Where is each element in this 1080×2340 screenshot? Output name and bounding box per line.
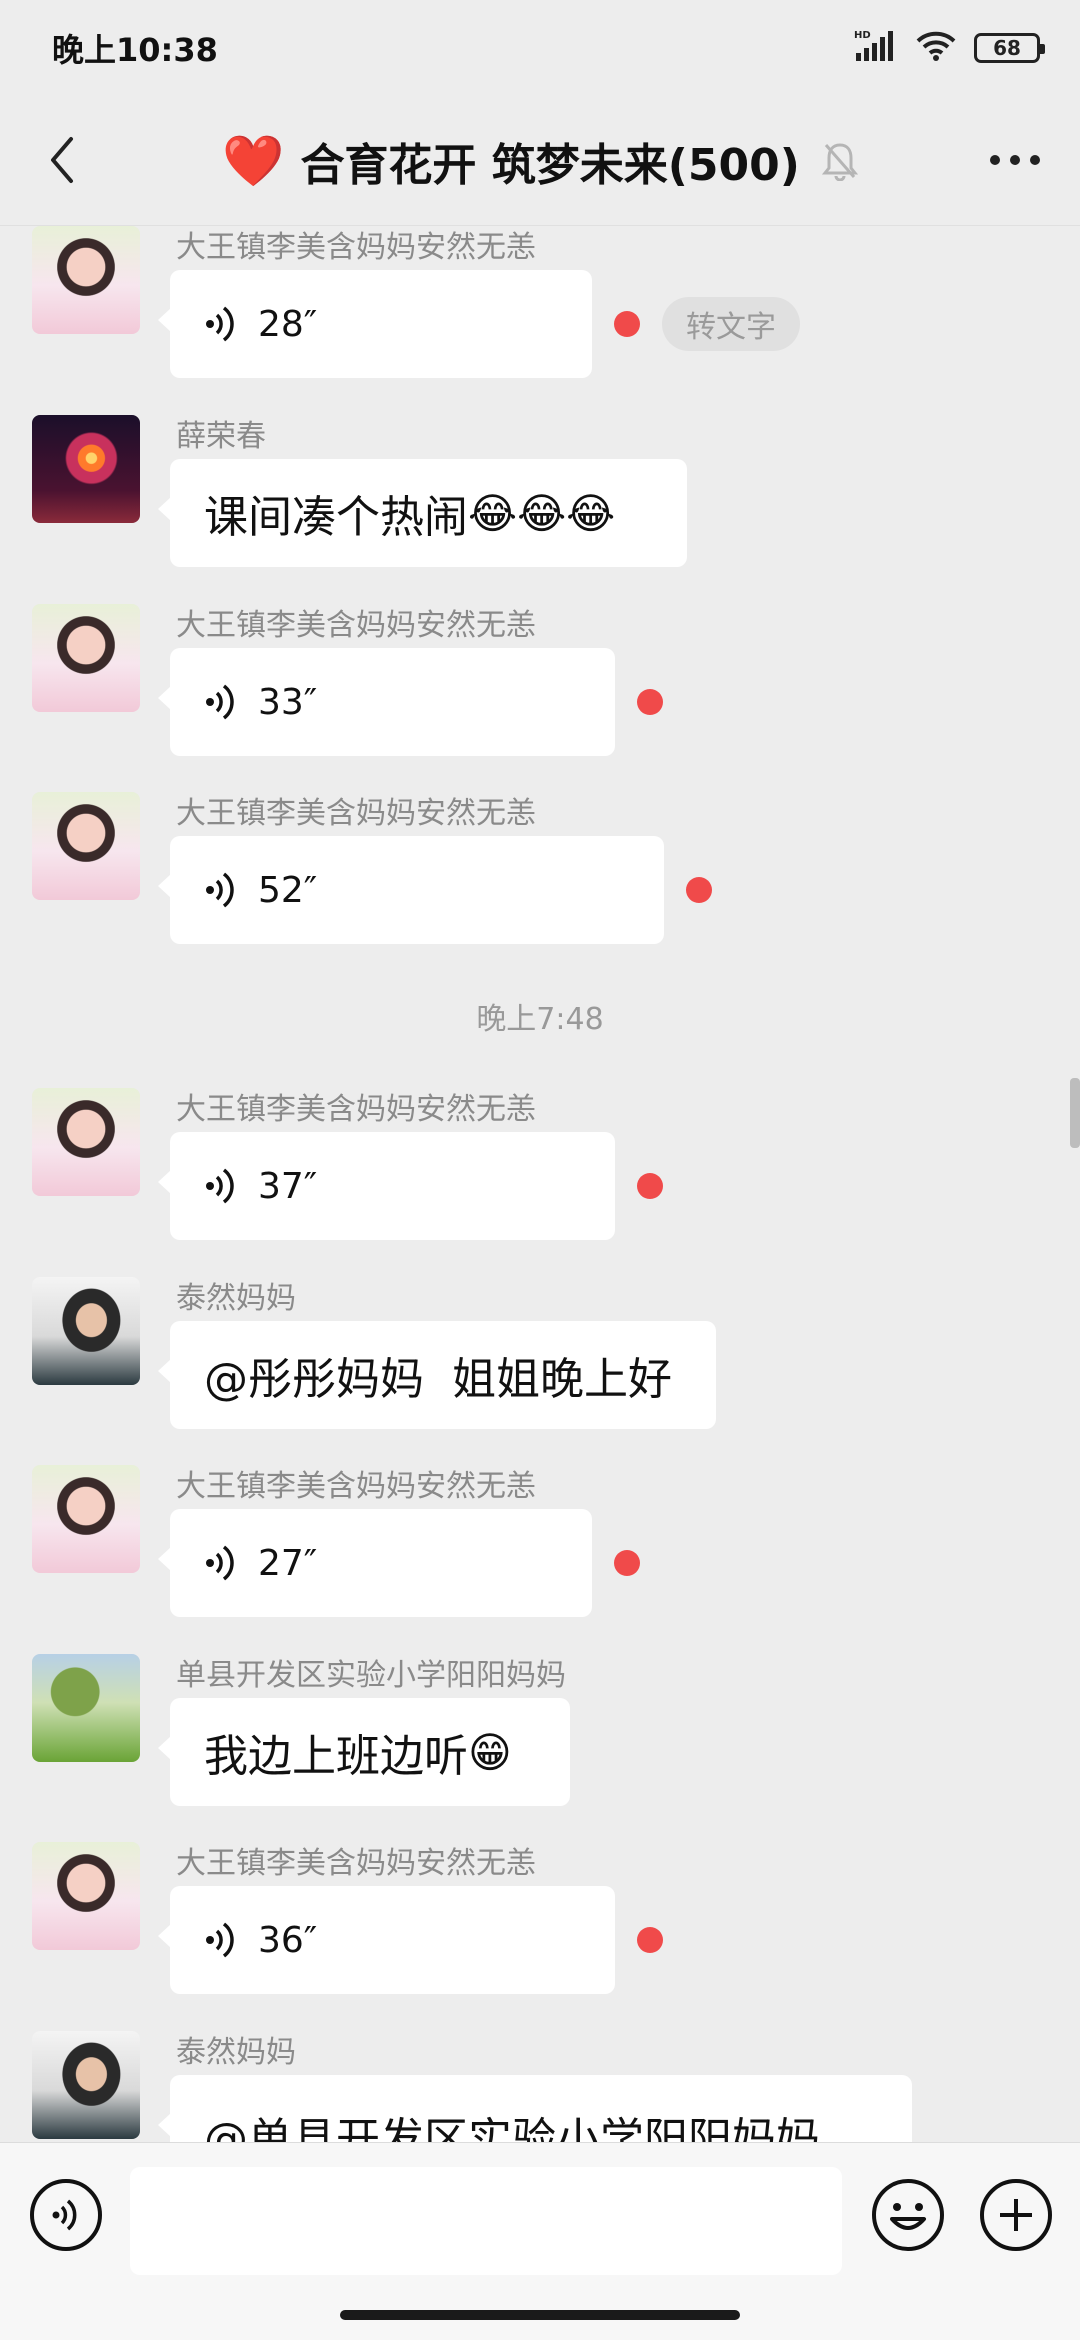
grin-emoji-icon: 😁: [468, 1727, 512, 1777]
message-text: 我边上班边听: [204, 1731, 468, 1782]
message-text: @彤彤妈妈 姐姐晚上好: [204, 1354, 672, 1405]
voice-wave-icon: [206, 1922, 234, 1958]
voice-message-bubble[interactable]: 27″: [158, 1509, 592, 1617]
laugh-emoji-icon: 😂😂😂: [468, 488, 616, 538]
transcribe-button[interactable]: 转文字: [662, 297, 800, 351]
avatar[interactable]: [32, 226, 140, 334]
chat-messages[interactable]: 大王镇李美含妈妈安然无恙 28″ 转文字 薛荣春 课间凑个热闹 😂😂😂 大王镇李…: [0, 226, 1080, 2142]
avatar[interactable]: [32, 1654, 140, 1762]
unread-dot: [637, 689, 663, 715]
avatar[interactable]: [32, 1277, 140, 1385]
voice-wave-icon: [206, 684, 234, 720]
avatar[interactable]: [32, 1465, 140, 1573]
battery-icon: 68: [974, 33, 1045, 63]
sender-name: 大王镇李美含妈妈安然无恙: [176, 1469, 536, 1504]
sender-name: 大王镇李美含妈妈安然无恙: [176, 796, 536, 831]
voice-message-bubble[interactable]: 52″: [158, 836, 664, 944]
text-message-bubble[interactable]: 我边上班边听 😁: [158, 1698, 570, 1806]
back-button[interactable]: [32, 130, 92, 190]
avatar[interactable]: [32, 1088, 140, 1196]
heart-icon: ❤️: [222, 131, 285, 190]
wifi-icon: [916, 30, 956, 66]
more-dots-icon: [990, 155, 1040, 165]
unread-dot: [637, 1927, 663, 1953]
group-name: 合育花开 筑梦未来(500): [300, 139, 800, 191]
voice-duration: 33″: [258, 681, 318, 723]
sender-name: 单县开发区实验小学阳阳妈妈: [176, 1658, 566, 1693]
unread-dot: [614, 311, 640, 337]
text-message-bubble[interactable]: @单县开发区实验小学阳阳妈妈: [158, 2075, 912, 2142]
voice-wave-icon: [206, 1545, 234, 1581]
message-text: 课间凑个热闹: [204, 492, 468, 543]
signal-icon: HD: [854, 29, 898, 67]
timestamp: 晚上7:48: [476, 1002, 604, 1037]
voice-wave-icon: [206, 306, 234, 342]
sender-name: 泰然妈妈: [176, 1281, 296, 1316]
avatar[interactable]: [32, 792, 140, 900]
scrollbar-thumb[interactable]: [1070, 1078, 1080, 1148]
text-message-bubble[interactable]: @彤彤妈妈 姐姐晚上好: [158, 1321, 716, 1429]
plus-circle-icon: [980, 2179, 1052, 2251]
avatar[interactable]: [32, 604, 140, 712]
status-icons: HD 68: [854, 29, 1045, 67]
voice-duration: 36″: [258, 1919, 318, 1961]
unread-dot: [614, 1550, 640, 1576]
status-bar: 晚上10:38 HD 68: [0, 0, 1080, 96]
voice-duration: 52″: [258, 869, 318, 911]
voice-duration: 27″: [258, 1542, 318, 1584]
sender-name: 薛荣春: [176, 419, 266, 454]
message-input[interactable]: [130, 2167, 842, 2275]
unread-dot: [686, 877, 712, 903]
voice-duration: 28″: [258, 303, 318, 345]
voice-message-bubble[interactable]: 33″: [158, 648, 615, 756]
back-arrow-icon: [51, 137, 73, 183]
voice-wave-icon: [206, 1168, 234, 1204]
chat-header: ❤️ 合育花开 筑梦未来(500): [0, 96, 1080, 226]
chat-title: ❤️ 合育花开 筑梦未来(500): [222, 129, 858, 193]
home-indicator[interactable]: [340, 2310, 740, 2320]
unread-dot: [637, 1173, 663, 1199]
voice-duration: 37″: [258, 1165, 318, 1207]
plus-button[interactable]: [978, 2177, 1054, 2253]
voice-input-button[interactable]: [28, 2177, 104, 2253]
voice-message-bubble[interactable]: 37″: [158, 1132, 615, 1240]
sender-name: 大王镇李美含妈妈安然无恙: [176, 1092, 536, 1127]
svg-text:HD: HD: [854, 30, 871, 41]
sender-name: 大王镇李美含妈妈安然无恙: [176, 608, 536, 643]
mute-bell-icon: [821, 142, 858, 181]
more-button[interactable]: [980, 130, 1050, 190]
voice-message-bubble[interactable]: 28″: [158, 270, 592, 378]
avatar[interactable]: [32, 415, 140, 523]
sender-name: 大王镇李美含妈妈安然无恙: [176, 230, 536, 265]
text-message-bubble[interactable]: 课间凑个热闹 😂😂😂: [158, 459, 687, 567]
voice-wave-icon: [30, 2179, 102, 2251]
avatar[interactable]: [32, 1842, 140, 1950]
emoji-button[interactable]: [870, 2177, 946, 2253]
sender-name: 泰然妈妈: [176, 2035, 296, 2070]
voice-wave-icon: [206, 872, 234, 908]
smiley-icon: [872, 2179, 944, 2251]
avatar[interactable]: [32, 2031, 140, 2139]
sender-name: 大王镇李美含妈妈安然无恙: [176, 1846, 536, 1881]
status-time: 晚上10:38: [52, 31, 218, 69]
voice-message-bubble[interactable]: 36″: [158, 1886, 615, 1994]
message-text: @单县开发区实验小学阳阳妈妈: [204, 2114, 820, 2142]
